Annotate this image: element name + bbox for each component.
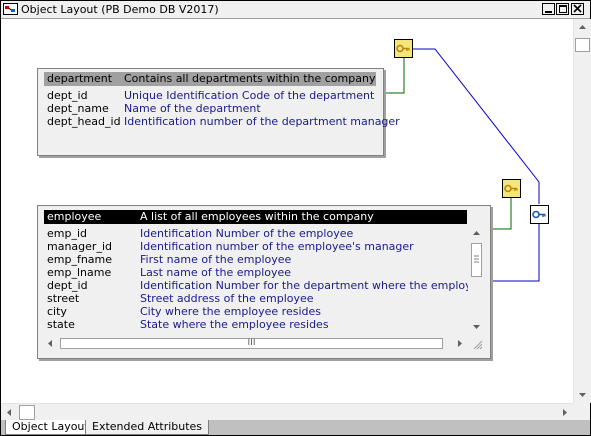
object-layout-window: Object Layout (PB Demo DB V2017) departm… [0, 0, 591, 436]
column-row[interactable]: emp_lname Last name of the employee [47, 266, 468, 279]
column-list: emp_id Identification Number of the empl… [47, 227, 468, 333]
column-desc: Unique Identification Code of the depart… [124, 89, 375, 102]
column-desc: Last name of the employee [140, 266, 292, 279]
column-row[interactable]: dept_id Identification Number for the de… [47, 279, 468, 292]
close-icon [573, 4, 582, 13]
canvas-hscroll-thumb[interactable] [19, 405, 35, 420]
window-title: Object Layout (PB Demo DB V2017) [21, 3, 219, 16]
emp-fk-line [491, 224, 540, 282]
scroll-up-icon[interactable] [470, 228, 483, 238]
column-name: dept_head_id [47, 115, 121, 128]
column-name: city [47, 305, 67, 318]
dept-key-line [384, 57, 405, 94]
table-comment: Contains all departments within the comp… [124, 72, 376, 85]
restore-button[interactable] [556, 3, 569, 15]
table-horizontal-scrollbar[interactable]: III [44, 337, 468, 350]
column-desc: First name of the employee [140, 253, 292, 266]
window-icon [3, 3, 18, 15]
key-icon[interactable] [394, 39, 413, 58]
employee-table[interactable]: employee A list of all employees within … [37, 205, 491, 359]
column-desc: City where the employee resides [140, 305, 321, 318]
column-row[interactable]: emp_id Identification Number of the empl… [47, 227, 468, 240]
emp-key-line [491, 197, 512, 230]
column-desc: Identification Number for the department… [140, 279, 468, 292]
table-name: employee [47, 210, 102, 223]
tab-extended-attributes[interactable]: Extended Attributes [85, 420, 210, 435]
column-name: dept_id [47, 89, 88, 102]
title-bar: Object Layout (PB Demo DB V2017) [1, 1, 590, 19]
table-vscroll-thumb[interactable] [471, 243, 482, 277]
column-name: dept_id [47, 279, 88, 292]
table-name: department [47, 72, 113, 85]
scroll-down-icon[interactable] [470, 322, 483, 332]
column-name: emp_fname [47, 253, 113, 266]
scroll-up-icon[interactable] [574, 19, 591, 36]
column-name: manager_id [47, 240, 112, 253]
resize-grip-icon[interactable] [473, 340, 483, 350]
column-desc: Identification Number of the employee [140, 227, 354, 240]
close-button[interactable] [571, 3, 584, 15]
foreign-key-icon[interactable] [530, 205, 549, 224]
column-name: dept_name [47, 102, 109, 115]
column-desc: Street address of the employee [140, 292, 314, 305]
canvas-vscroll-thumb[interactable] [575, 38, 590, 52]
column-name: emp_id [47, 227, 88, 240]
column-name: state [47, 318, 75, 331]
layout-canvas[interactable]: department Contains all departments with… [1, 19, 573, 403]
column-desc: Identification number of the employee's … [140, 240, 414, 253]
tab-bar: Object Layout Extended Attributes [1, 420, 590, 435]
minimize-button[interactable] [542, 3, 555, 15]
scroll-left-icon[interactable] [44, 337, 56, 350]
column-desc: State where the employee resides [140, 318, 329, 331]
table-header: department Contains all departments with… [44, 72, 376, 86]
scroll-right-icon[interactable] [454, 337, 466, 350]
column-row[interactable]: state State where the employee resides [47, 318, 468, 331]
scrollbar-corner [573, 403, 590, 420]
column-row[interactable]: dept_name Name of the department [47, 102, 377, 115]
column-row[interactable]: city City where the employee resides [47, 305, 468, 318]
column-row[interactable]: dept_head_id Identification number of th… [47, 115, 400, 128]
tab-object-layout[interactable]: Object Layout [5, 420, 95, 435]
canvas-vertical-scrollbar[interactable] [573, 19, 591, 403]
key-icon[interactable] [502, 179, 521, 198]
table-vertical-scrollbar[interactable] [470, 228, 483, 348]
scroll-down-icon[interactable] [574, 386, 591, 403]
table-comment: A list of all employees within the compa… [140, 210, 374, 223]
table-hscroll-thumb[interactable]: III [60, 338, 443, 349]
minimize-icon [545, 11, 552, 13]
department-table[interactable]: department Contains all departments with… [37, 68, 400, 156]
grip-icon [474, 255, 479, 263]
column-row[interactable]: street Street address of the employee [47, 292, 468, 305]
table-header: employee A list of all employees within … [44, 210, 467, 224]
column-row[interactable]: manager_id Identification number of the … [47, 240, 468, 253]
grip-icon: III [247, 338, 256, 348]
restore-icon [559, 5, 567, 13]
column-name: street [47, 292, 80, 305]
column-desc: Name of the department [124, 102, 261, 115]
column-row[interactable]: emp_fname First name of the employee [47, 253, 468, 266]
column-name: emp_lname [47, 266, 112, 279]
column-desc: Identification number of the department … [124, 115, 400, 128]
scroll-right-icon[interactable] [556, 404, 573, 421]
canvas-horizontal-scrollbar[interactable] [1, 403, 573, 421]
column-row[interactable]: dept_id Unique Identification Code of th… [47, 89, 377, 102]
scroll-left-icon[interactable] [1, 404, 18, 421]
